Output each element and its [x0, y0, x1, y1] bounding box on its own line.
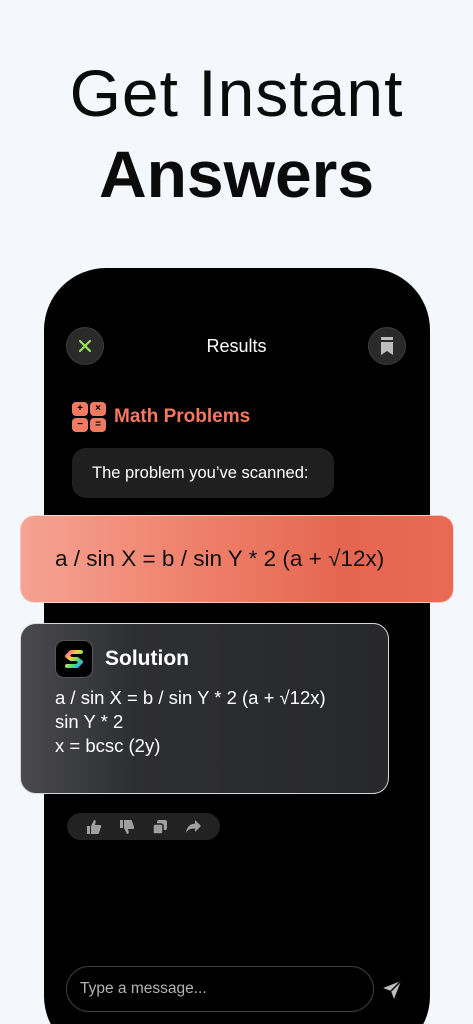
thumbs-up-icon[interactable] — [85, 818, 103, 836]
scanned-message-text: The problem you’ve scanned: — [92, 463, 309, 482]
bookmark-button[interactable] — [368, 327, 406, 365]
send-button[interactable] — [381, 979, 403, 1001]
solution-header: Solution — [55, 640, 388, 678]
equals-symbol: = — [90, 418, 106, 432]
minus-symbol: − — [72, 418, 88, 432]
solution-line: sin Y * 2 — [55, 711, 124, 732]
thumbs-down-icon[interactable] — [118, 818, 136, 836]
solution-title: Solution — [105, 647, 189, 670]
copy-icon[interactable] — [151, 818, 169, 836]
bookmark-icon — [381, 337, 393, 355]
app-logo-icon — [55, 640, 93, 678]
times-symbol: × — [90, 402, 106, 416]
solution-line: a / sin X = b / sin Y * 2 (a + √12x) — [55, 687, 326, 708]
message-actions — [67, 813, 220, 840]
share-icon[interactable] — [184, 818, 202, 836]
plus-symbol: + — [72, 402, 88, 416]
equation-text: a / sin X = b / sin Y * 2 (a + √12x) — [55, 546, 385, 571]
scanned-equation: a / sin X = b / sin Y * 2 (a + √12x) — [20, 515, 454, 603]
solution-card: Solution a / sin X = b / sin Y * 2 (a + … — [20, 623, 389, 794]
headline-line-1: Get Instant — [69, 56, 404, 130]
calculator-icon: + × − = — [72, 402, 106, 432]
headline-line-2: Answers — [98, 137, 375, 211]
headline: Get Instant Answers — [0, 54, 473, 216]
send-icon — [383, 980, 402, 999]
scanned-message-bubble: The problem you’ve scanned: — [72, 448, 334, 498]
section-header: + × − = Math Problems — [72, 402, 250, 432]
section-title: Math Problems — [114, 406, 251, 427]
message-input[interactable] — [66, 966, 374, 1012]
solution-line: x = bcsc (2y) — [55, 735, 161, 756]
